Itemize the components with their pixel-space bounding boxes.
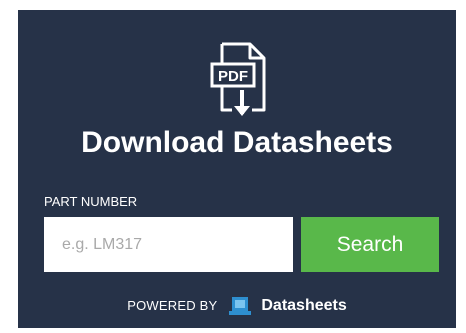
pdf-download-icon: PDF bbox=[210, 42, 266, 116]
page-title: Download Datasheets bbox=[81, 126, 393, 159]
part-number-label: PART NUMBER bbox=[44, 194, 138, 209]
datasheets-brand-link[interactable]: Datasheets bbox=[261, 297, 346, 315]
search-button[interactable]: Search bbox=[301, 217, 439, 272]
part-number-input[interactable] bbox=[44, 217, 293, 272]
datasheets-logo-icon bbox=[229, 297, 252, 315]
powered-by-text: POWERED BY bbox=[127, 298, 218, 313]
download-datasheets-widget: PDF Download Datasheets PART NUMBER Sear… bbox=[18, 10, 456, 328]
powered-by-footer: POWERED BY Datasheets bbox=[18, 296, 456, 316]
pdf-icon-text: PDF bbox=[218, 68, 248, 85]
